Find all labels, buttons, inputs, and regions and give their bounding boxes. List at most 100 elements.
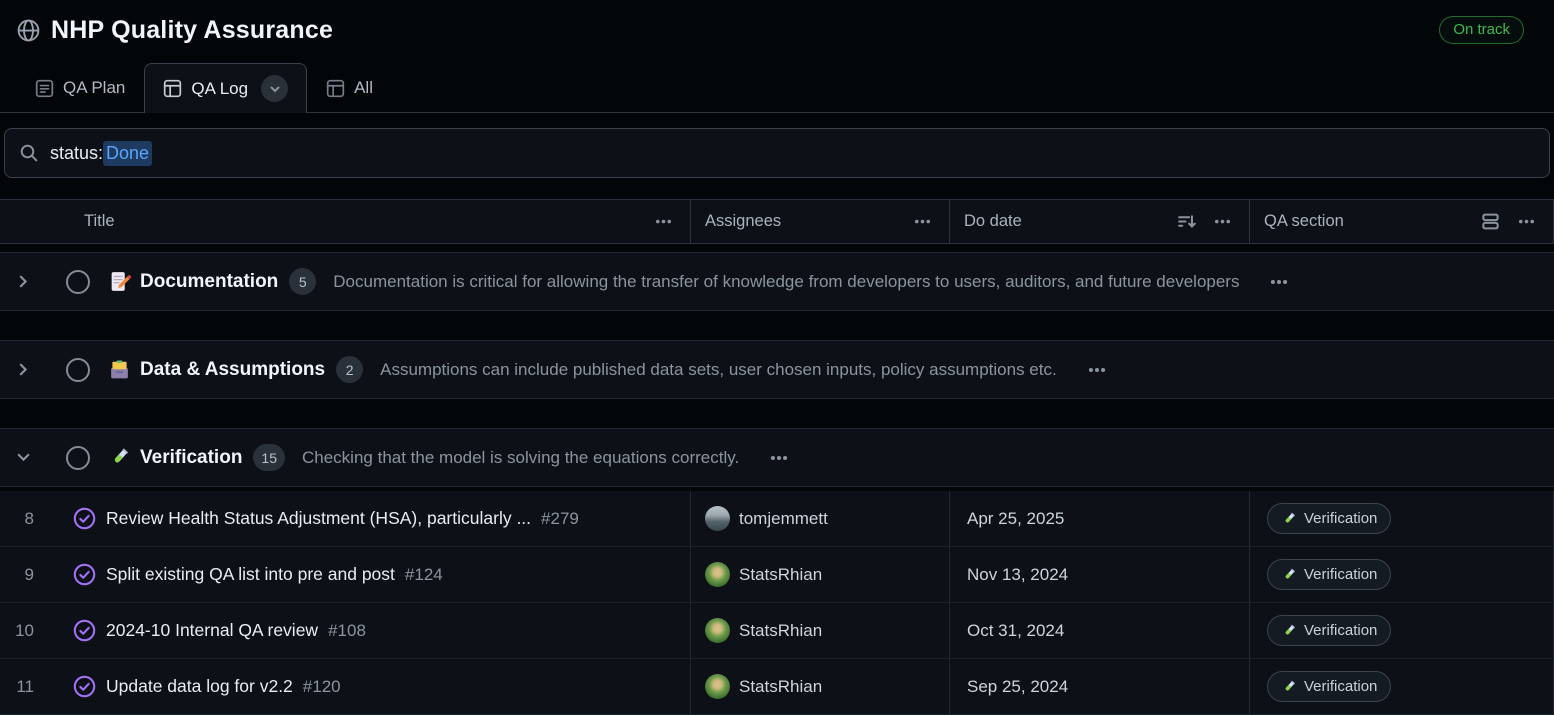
assignees-cell[interactable]: tomjemmett [691, 491, 950, 546]
issue-closed-done-icon [72, 562, 97, 587]
assignee-name: tomjemmett [739, 509, 828, 529]
assignee-name: StatsRhian [739, 621, 822, 641]
do-date-cell[interactable]: Nov 13, 2024 [950, 547, 1250, 602]
group-count-badge: 5 [289, 268, 316, 295]
status-badge[interactable]: On track [1439, 16, 1524, 44]
qa-section-label: Verification [1304, 566, 1377, 583]
column-header-qa-section[interactable]: QA section [1250, 200, 1554, 243]
issue-number: #108 [328, 621, 366, 641]
column-label: Do date [964, 212, 1022, 231]
search-input[interactable]: status:Done [4, 128, 1550, 178]
column-menu-icon[interactable] [1514, 209, 1539, 234]
qa-section-cell[interactable]: Verification [1250, 603, 1554, 658]
do-date-value: Oct 31, 2024 [964, 621, 1064, 641]
group-description: Checking that the model is solving the e… [302, 448, 739, 468]
column-menu-icon[interactable] [1210, 209, 1235, 234]
row-number: 10 [0, 621, 34, 641]
assignees-cell[interactable]: StatsRhian [691, 547, 950, 602]
assignee-name: StatsRhian [739, 565, 822, 585]
qa-section-cell[interactable]: Verification [1250, 547, 1554, 602]
column-menu-icon[interactable] [651, 209, 676, 234]
qa-section-badge[interactable]: Verification [1267, 559, 1391, 590]
filter-qualifier: status: [50, 143, 103, 164]
do-date-cell[interactable]: Sep 25, 2024 [950, 659, 1250, 714]
github-project-table-view: NHP Quality Assurance On track QA Plan Q… [0, 0, 1554, 708]
do-date-value: Sep 25, 2024 [964, 677, 1068, 697]
column-label: Assignees [705, 212, 781, 231]
issue-closed-done-icon [72, 506, 97, 531]
row-number: 9 [0, 565, 34, 585]
chevron-down-icon[interactable] [14, 449, 32, 466]
group-name: Verification [140, 447, 242, 469]
title-cell[interactable]: 11 Update data log for v2.2 #120 [0, 659, 691, 714]
group-menu-icon[interactable] [1266, 269, 1292, 295]
table-view-icon [326, 79, 345, 98]
avatar [705, 506, 730, 531]
issue-title[interactable]: Update data log for v2.2 [106, 676, 293, 697]
title-cell[interactable]: 9 Split existing QA list into pre and po… [0, 547, 691, 602]
row-number: 8 [0, 509, 34, 529]
issue-title[interactable]: Split existing QA list into pre and post [106, 564, 395, 585]
row-number: 11 [0, 677, 34, 697]
group-menu-icon[interactable] [1084, 357, 1110, 383]
table-view-icon [163, 79, 182, 98]
table-row[interactable]: 10 2024-10 Internal QA review #108 Stats… [0, 603, 1554, 659]
project-header: NHP Quality Assurance On track [0, 0, 1554, 56]
issue-closed-done-icon [72, 674, 97, 699]
qa-section-badge[interactable]: Verification [1267, 615, 1391, 646]
chevron-right-icon[interactable] [14, 273, 32, 290]
column-menu-icon[interactable] [910, 209, 935, 234]
title-cell[interactable]: 10 2024-10 Internal QA review #108 [0, 603, 691, 658]
view-options-button[interactable] [261, 75, 288, 102]
group-by-rows-icon [1481, 212, 1500, 231]
assignees-cell[interactable]: StatsRhian [691, 659, 950, 714]
group-gap [0, 399, 1554, 428]
issue-title[interactable]: 2024-10 Internal QA review [106, 620, 318, 641]
card-file-box-icon [108, 358, 131, 381]
issue-title[interactable]: Review Health Status Adjustment (HSA), p… [106, 508, 531, 529]
column-header-assignees[interactable]: Assignees [691, 200, 950, 243]
qa-section-cell[interactable]: Verification [1250, 659, 1554, 714]
issue-number: #120 [303, 677, 341, 697]
group-description: Documentation is critical for allowing t… [333, 272, 1239, 292]
group-gap [0, 311, 1554, 340]
column-header-title[interactable]: Title [0, 200, 691, 243]
group-count-badge: 2 [336, 356, 363, 383]
group-menu-icon[interactable] [766, 445, 792, 471]
avatar [705, 618, 730, 643]
filter-value: Done [103, 141, 152, 166]
list-view-icon [35, 79, 54, 98]
tab-qa-plan[interactable]: QA Plan [16, 63, 144, 112]
group-header-documentation[interactable]: Documentation 5 Documentation is critica… [0, 252, 1554, 311]
chevron-right-icon[interactable] [14, 361, 32, 378]
sort-descending-icon [1177, 212, 1196, 231]
column-header-do-date[interactable]: Do date [950, 200, 1250, 243]
title-cell[interactable]: 8 Review Health Status Adjustment (HSA),… [0, 491, 691, 546]
tab-qa-log[interactable]: QA Log [144, 63, 307, 113]
page-title: NHP Quality Assurance [51, 16, 333, 45]
test-tube-icon [1281, 679, 1297, 695]
do-date-value: Apr 25, 2025 [964, 509, 1064, 529]
issue-number: #279 [541, 509, 579, 529]
tab-all[interactable]: All [307, 63, 392, 112]
assignees-cell[interactable]: StatsRhian [691, 603, 950, 658]
qa-section-badge[interactable]: Verification [1267, 503, 1391, 534]
filter-bar: status:Done [0, 113, 1554, 199]
column-label: QA section [1264, 212, 1344, 231]
table-row[interactable]: 8 Review Health Status Adjustment (HSA),… [0, 491, 1554, 547]
assignee-name: StatsRhian [739, 677, 822, 697]
do-date-cell[interactable]: Oct 31, 2024 [950, 603, 1250, 658]
table-row[interactable]: 9 Split existing QA list into pre and po… [0, 547, 1554, 603]
qa-section-cell[interactable]: Verification [1250, 491, 1554, 546]
group-header-verification[interactable]: Verification 15 Checking that the model … [0, 428, 1554, 487]
tab-label: All [354, 78, 373, 98]
qa-section-badge[interactable]: Verification [1267, 671, 1391, 702]
group-header-data-assumptions[interactable]: Data & Assumptions 2 Assumptions can inc… [0, 340, 1554, 399]
group-status-circle-icon [66, 358, 90, 382]
do-date-cell[interactable]: Apr 25, 2025 [950, 491, 1250, 546]
table-row[interactable]: 11 Update data log for v2.2 #120 StatsRh… [0, 659, 1554, 715]
qa-section-label: Verification [1304, 510, 1377, 527]
avatar [705, 562, 730, 587]
view-tabbar: QA Plan QA Log Al [0, 56, 1554, 113]
qa-section-label: Verification [1304, 678, 1377, 695]
